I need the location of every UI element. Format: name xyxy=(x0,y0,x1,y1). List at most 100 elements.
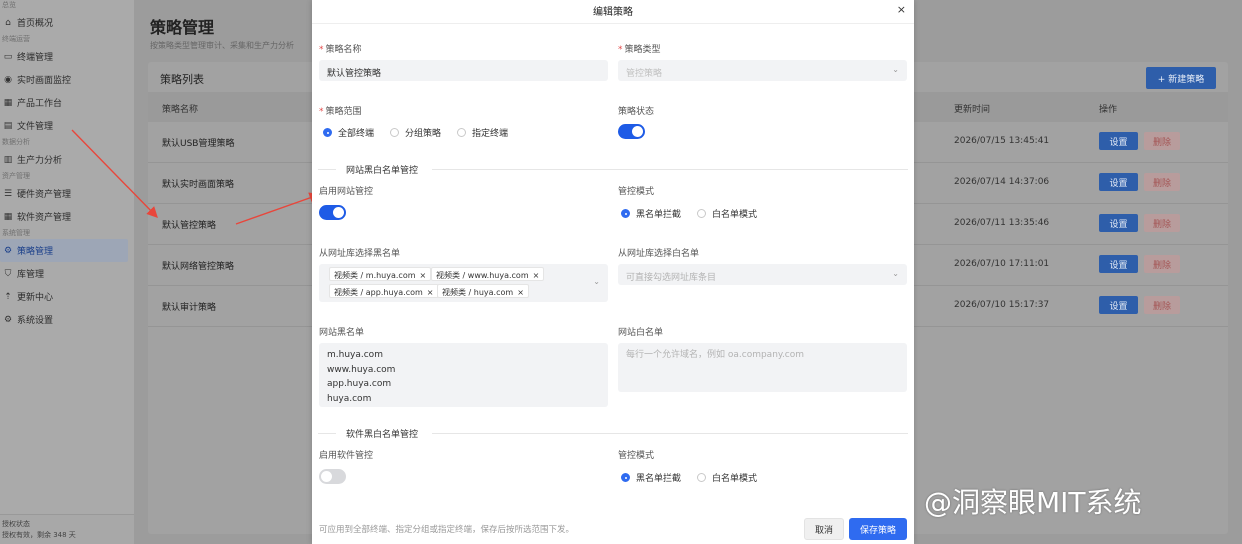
sidebar-item-terminals[interactable]: ▭ 终端管理 xyxy=(0,45,134,68)
settings-button[interactable]: 设置 xyxy=(1099,296,1138,314)
delete-button[interactable]: 删除 xyxy=(1144,173,1180,191)
section-title: 网站黑白名单管控 xyxy=(346,163,427,176)
divider-line xyxy=(432,169,908,170)
required-mark: * xyxy=(618,45,623,55)
black-lib-label: 从网址库选择黑名单 xyxy=(319,249,401,259)
policy-type-select[interactable]: 管控策略 ⌄ xyxy=(618,60,907,81)
policy-type-value: 管控策略 xyxy=(626,69,663,79)
settings-button[interactable]: 设置 xyxy=(1099,255,1138,273)
sidebar-item-hardware[interactable]: ☰ 硬件资产管理 xyxy=(0,182,134,205)
sidebar-item-label: 产品工作台 xyxy=(17,99,63,109)
radio-label: 白名单模式 xyxy=(712,210,758,220)
save-policy-button[interactable]: 保存策略 xyxy=(849,518,907,540)
new-policy-button[interactable]: + 新建策略 xyxy=(1146,67,1216,89)
apps-icon: ▦ xyxy=(3,211,13,222)
software-control-toggle[interactable] xyxy=(319,469,346,484)
sidebar-item-productivity[interactable]: ▥ 生产力分析 xyxy=(0,148,134,171)
radio-unchecked-icon xyxy=(697,209,706,218)
delete-button[interactable]: 删除 xyxy=(1144,132,1180,150)
sidebar-item-settings[interactable]: ⚙ 系统设置 xyxy=(0,308,134,331)
eye-icon: ◉ xyxy=(4,74,12,85)
policy-status-label: 策略状态 xyxy=(618,107,655,117)
policy-name: 默认网络管控策略 xyxy=(162,262,235,272)
policy-name: 默认管控策略 xyxy=(162,221,217,231)
cancel-button[interactable]: 取消 xyxy=(804,518,844,540)
sidebar-item-workbench[interactable]: ▦ 产品工作台 xyxy=(0,91,134,114)
sidebar-item-label: 首页概况 xyxy=(17,19,54,29)
sidebar-item-files[interactable]: ▤ 文件管理 xyxy=(0,114,134,137)
delete-button[interactable]: 删除 xyxy=(1144,255,1180,273)
column-header-time: 更新时间 xyxy=(954,105,991,115)
monitor-icon: ▭ xyxy=(3,51,13,62)
radio-label: 全部终端 xyxy=(338,129,375,139)
radio-label: 白名单模式 xyxy=(712,474,758,484)
chevron-down-icon: ⌄ xyxy=(892,65,899,74)
file-icon: ▤ xyxy=(3,120,13,131)
whitelist-library-select[interactable]: 可直接勾选网址库条目 ⌄ xyxy=(618,264,907,285)
software-blacklist-radio[interactable]: 黑名单拦截 xyxy=(621,471,681,484)
sidebar-item-software[interactable]: ▦ 软件资产管理 xyxy=(0,205,134,228)
close-icon[interactable]: × xyxy=(517,288,524,297)
label-text: 策略名称 xyxy=(325,45,362,55)
bar-chart-icon: ▥ xyxy=(3,154,13,165)
selected-tag: 视频类 / www.huya.com × xyxy=(431,267,545,281)
close-icon[interactable]: × xyxy=(427,288,434,297)
radio-unchecked-icon xyxy=(697,473,706,482)
sidebar-item-updates[interactable]: ⇡ 更新中心 xyxy=(0,285,134,308)
divider-line xyxy=(432,433,908,434)
scope-group-radio[interactable]: 分组策略 xyxy=(390,126,441,139)
delete-button[interactable]: 删除 xyxy=(1144,296,1180,314)
label-text: 策略类型 xyxy=(624,45,661,55)
whitelist-label: 网站白名单 xyxy=(618,328,664,338)
close-icon[interactable]: × xyxy=(897,3,906,16)
settings-icon: ⚙ xyxy=(3,314,13,325)
web-blacklist-radio[interactable]: 黑名单拦截 xyxy=(621,207,681,220)
sidebar-item-library[interactable]: ⛉ 库管理 xyxy=(0,262,134,285)
settings-button[interactable]: 设置 xyxy=(1099,173,1138,191)
software-enable-label: 启用软件管控 xyxy=(319,451,374,461)
sidebar-group-label: 数据分析 xyxy=(2,138,30,146)
required-mark: * xyxy=(319,45,324,55)
sidebar-item-screen-monitor[interactable]: ◉ 实时画面监控 xyxy=(0,68,134,91)
settings-button[interactable]: 设置 xyxy=(1099,132,1138,150)
divider-line xyxy=(318,169,336,170)
software-section-divider: 软件黑白名单管控 xyxy=(318,427,908,440)
shield-icon: ⛉ xyxy=(4,268,12,279)
sidebar-item-label: 硬件资产管理 xyxy=(17,190,72,200)
web-mode-label: 管控模式 xyxy=(618,187,655,197)
sidebar-group-label: 总览 xyxy=(2,1,16,9)
sidebar-item-label: 生产力分析 xyxy=(17,156,63,166)
chevron-down-icon: ⌄ xyxy=(593,277,600,286)
column-header-ops: 操作 xyxy=(1099,105,1118,115)
license-title: 授权状态 xyxy=(2,520,30,528)
settings-button[interactable]: 设置 xyxy=(1099,214,1138,232)
web-control-toggle[interactable] xyxy=(319,205,346,220)
tag-label: 视频类 / www.huya.com xyxy=(436,271,529,280)
scope-all-radio[interactable]: 全部终端 xyxy=(323,126,374,139)
web-whitelist-radio[interactable]: 白名单模式 xyxy=(697,207,757,220)
sidebar-group-label: 系统管理 xyxy=(2,229,30,237)
white-lib-label: 从网址库选择白名单 xyxy=(618,249,700,259)
scope-specific-radio[interactable]: 指定终端 xyxy=(457,126,508,139)
chevron-down-icon: ⌄ xyxy=(892,269,899,278)
software-whitelist-radio[interactable]: 白名单模式 xyxy=(697,471,757,484)
radio-unchecked-icon xyxy=(390,128,399,137)
policy-name-input[interactable]: 默认管控策略 xyxy=(319,60,608,81)
sidebar-item-policy[interactable]: ⚙ 策略管理 xyxy=(0,239,128,262)
delete-button[interactable]: 删除 xyxy=(1144,214,1180,232)
policy-name-label: * 策略名称 xyxy=(319,42,362,55)
close-icon[interactable]: × xyxy=(533,271,540,280)
updated-time: 2026/07/11 13:35:46 xyxy=(954,218,1050,228)
edit-policy-dialog: 编辑策略 × * 策略名称 默认管控策略 * 策略类型 管控策略 ⌄ * 策略范围 全… xyxy=(312,0,914,544)
blacklist-library-select[interactable]: 视频类 / m.huya.com × 视频类 / www.huya.com × 视频… xyxy=(319,264,608,302)
upload-icon: ⇡ xyxy=(4,291,12,302)
whitelist-textarea[interactable]: 每行一个允许域名，例如 oa.company.com xyxy=(618,343,907,392)
blacklist-textarea[interactable]: m.huya.com www.huya.com app.huya.com huy… xyxy=(319,343,608,407)
blacklist-line: m.huya.com xyxy=(327,350,383,360)
policy-status-toggle[interactable] xyxy=(618,124,645,139)
web-enable-label: 启用网站管控 xyxy=(319,187,374,197)
close-icon[interactable]: × xyxy=(420,271,427,280)
sidebar-item-home[interactable]: ⌂ 首页概况 xyxy=(0,11,134,34)
selected-tag: 视频类 / huya.com × xyxy=(437,284,529,298)
selected-tag: 视频类 / m.huya.com × xyxy=(329,267,432,281)
